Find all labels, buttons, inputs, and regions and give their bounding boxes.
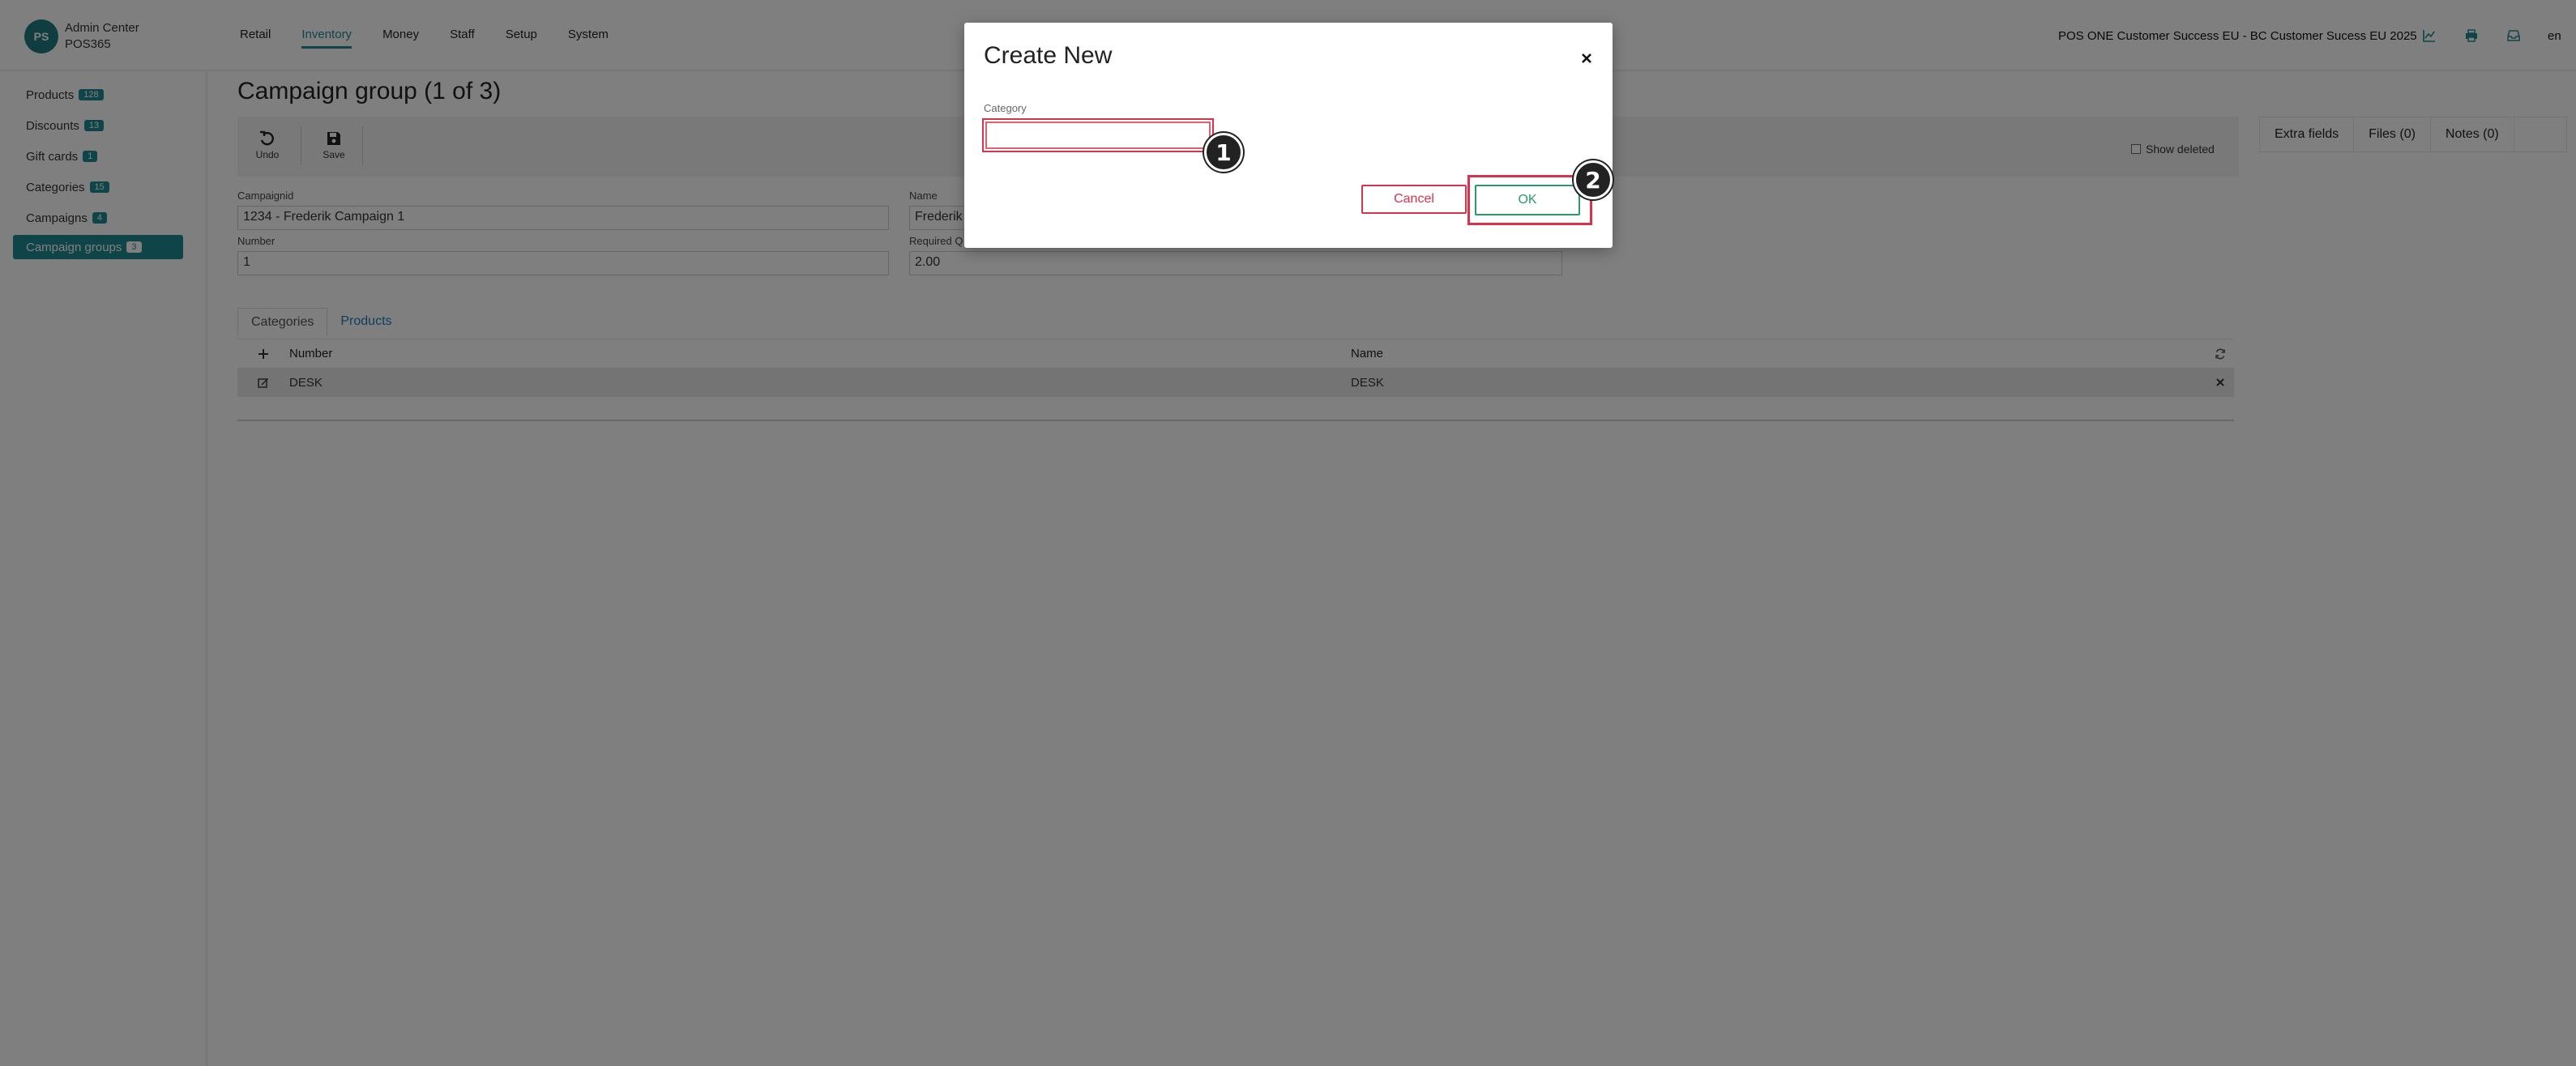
category-label: Category bbox=[984, 102, 1027, 114]
category-input[interactable] bbox=[982, 118, 1214, 152]
dialog-title: Create New bbox=[984, 42, 1113, 69]
step-marker-2: 2 bbox=[1574, 160, 1613, 199]
close-icon[interactable] bbox=[1577, 49, 1596, 68]
ok-button[interactable]: OK bbox=[1475, 185, 1580, 215]
step-marker-1: 1 bbox=[1204, 133, 1243, 172]
create-new-dialog: Create New Category 1 Cancel OK 2 bbox=[964, 23, 1613, 248]
cancel-button[interactable]: Cancel bbox=[1361, 185, 1467, 214]
